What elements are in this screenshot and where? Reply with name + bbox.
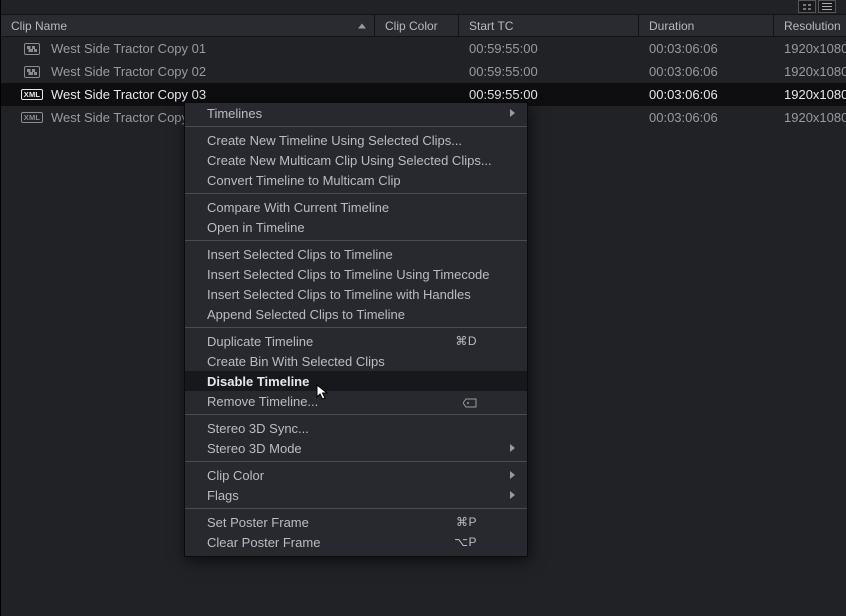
menu-item-clear-poster[interactable]: Clear Poster Frame ⌥P — [185, 532, 527, 552]
shortcut-label: ⌘P — [456, 515, 477, 529]
xml-badge-label: XML — [21, 89, 43, 101]
menu-item-label: Clear Poster Frame — [207, 535, 320, 550]
column-header-clip-name[interactable]: Clip Name — [1, 15, 375, 36]
menu-item-clip-color[interactable]: Clip Color — [185, 465, 527, 485]
context-menu: Timelines Create New Timeline Using Sele… — [184, 102, 528, 557]
menu-item-label: Duplicate Timeline — [207, 334, 313, 349]
menu-item-label: Flags — [207, 488, 239, 503]
menu-item-label: Remove Timeline... — [207, 394, 318, 409]
menu-item-compare[interactable]: Compare With Current Timeline — [185, 197, 527, 217]
column-header-label: Start TC — [469, 19, 513, 33]
menu-item-label: Create New Timeline Using Selected Clips… — [207, 133, 462, 148]
timeline-icon — [24, 66, 40, 78]
menu-item-open[interactable]: Open in Timeline — [185, 217, 527, 237]
clip-name-cell: West Side Tractor Copy 01 — [47, 41, 375, 56]
duration-cell: 00:03:06:06 — [639, 87, 774, 102]
clip-row[interactable]: West Side Tractor Copy 01 00:59:55:0000:0… — [1, 37, 846, 60]
tag-icon — [463, 396, 477, 406]
menu-item-create-bin[interactable]: Create Bin With Selected Clips — [185, 351, 527, 371]
menu-item-label: Convert Timeline to Multicam Clip — [207, 173, 401, 188]
menu-item-flags[interactable]: Flags — [185, 485, 527, 505]
menu-separator — [185, 461, 527, 462]
list-view-icon[interactable] — [818, 0, 836, 13]
menu-item-label: Timelines — [207, 106, 262, 121]
xml-badge-icon: XML — [17, 89, 47, 101]
menu-separator — [185, 327, 527, 328]
menu-item-insert-tc[interactable]: Insert Selected Clips to Timeline Using … — [185, 264, 527, 284]
sort-ascending-icon — [358, 23, 366, 28]
menu-item-create-timeline[interactable]: Create New Timeline Using Selected Clips… — [185, 130, 527, 150]
column-header-label: Duration — [649, 19, 694, 33]
menu-item-label: Insert Selected Clips to Timeline — [207, 247, 393, 262]
menu-item-stereo-sync[interactable]: Stereo 3D Sync... — [185, 418, 527, 438]
xml-badge-icon: XML — [17, 112, 47, 124]
clip-row[interactable]: West Side Tractor Copy 02 00:59:55:0000:0… — [1, 60, 846, 83]
thumbnail-view-icon[interactable] — [798, 0, 816, 13]
menu-separator — [185, 508, 527, 509]
menu-item-set-poster[interactable]: Set Poster Frame ⌘P — [185, 512, 527, 532]
shortcut-label: ⌘D — [455, 334, 477, 348]
timeline-icon — [17, 43, 47, 55]
menu-item-append[interactable]: Append Selected Clips to Timeline — [185, 304, 527, 324]
menu-item-stereo-mode[interactable]: Stereo 3D Mode — [185, 438, 527, 458]
resolution-cell: 1920x1080 — [774, 87, 846, 102]
menu-item-create-multicam[interactable]: Create New Multicam Clip Using Selected … — [185, 150, 527, 170]
duration-cell: 00:03:06:06 — [639, 64, 774, 79]
submenu-arrow-icon — [510, 109, 515, 117]
menu-separator — [185, 240, 527, 241]
duration-cell: 00:03:06:06 — [639, 41, 774, 56]
submenu-arrow-icon — [510, 444, 515, 452]
column-header-label: Clip Color — [385, 19, 438, 33]
menu-item-label: Insert Selected Clips to Timeline Using … — [207, 267, 490, 282]
menu-item-label: Create New Multicam Clip Using Selected … — [207, 153, 492, 168]
clip-name-cell: West Side Tractor Copy 03 — [47, 87, 375, 102]
menu-separator — [185, 193, 527, 194]
resolution-cell: 1920x1080 — [774, 41, 846, 56]
column-header-clip-color[interactable]: Clip Color — [375, 15, 459, 36]
menu-item-insert[interactable]: Insert Selected Clips to Timeline — [185, 244, 527, 264]
column-header-label: Clip Name — [11, 19, 67, 33]
start-tc-cell: 00:59:55:00 — [459, 64, 639, 79]
menu-item-label: Append Selected Clips to Timeline — [207, 307, 405, 322]
menu-separator — [185, 126, 527, 127]
menu-item-duplicate[interactable]: Duplicate Timeline ⌘D — [185, 331, 527, 351]
menu-item-insert-handles[interactable]: Insert Selected Clips to Timeline with H… — [185, 284, 527, 304]
menu-item-label: Stereo 3D Sync... — [207, 421, 309, 436]
resolution-cell: 1920x1080 — [774, 110, 846, 125]
submenu-arrow-icon — [510, 471, 515, 479]
menu-item-disable[interactable]: Disable Timeline — [185, 371, 527, 391]
menu-item-label: Stereo 3D Mode — [207, 441, 302, 456]
duration-cell: 00:03:06:06 — [639, 110, 774, 125]
start-tc-cell: 00:59:55:00 — [459, 41, 639, 56]
xml-badge-label: XML — [21, 112, 43, 124]
menu-item-label: Create Bin With Selected Clips — [207, 354, 385, 369]
menu-item-label: Insert Selected Clips to Timeline with H… — [207, 287, 471, 302]
menu-item-timelines[interactable]: Timelines — [185, 103, 527, 123]
submenu-arrow-icon — [510, 491, 515, 499]
column-header-start-tc[interactable]: Start TC — [459, 15, 639, 36]
column-header-row: Clip Name Clip Color Start TC Duration R… — [1, 14, 846, 37]
timeline-icon — [17, 66, 47, 78]
menu-item-label: Set Poster Frame — [207, 515, 309, 530]
menu-bottom-pad — [185, 552, 527, 556]
column-header-duration[interactable]: Duration — [639, 15, 774, 36]
clip-name-cell: West Side Tractor Copy 02 — [47, 64, 375, 79]
shortcut-label: ⌥P — [454, 535, 477, 549]
menu-item-convert-multicam[interactable]: Convert Timeline to Multicam Clip — [185, 170, 527, 190]
timeline-icon — [24, 43, 40, 55]
menu-item-label: Compare With Current Timeline — [207, 200, 389, 215]
menu-item-label: Open in Timeline — [207, 220, 305, 235]
start-tc-cell: 00:59:55:00 — [459, 87, 639, 102]
menu-item-remove[interactable]: Remove Timeline... — [185, 391, 527, 411]
resolution-cell: 1920x1080 — [774, 64, 846, 79]
column-header-label: Resolution — [784, 19, 841, 33]
menu-separator — [185, 414, 527, 415]
menu-item-label: Disable Timeline — [207, 374, 309, 389]
menu-item-label: Clip Color — [207, 468, 264, 483]
column-header-resolution[interactable]: Resolution — [774, 15, 846, 36]
